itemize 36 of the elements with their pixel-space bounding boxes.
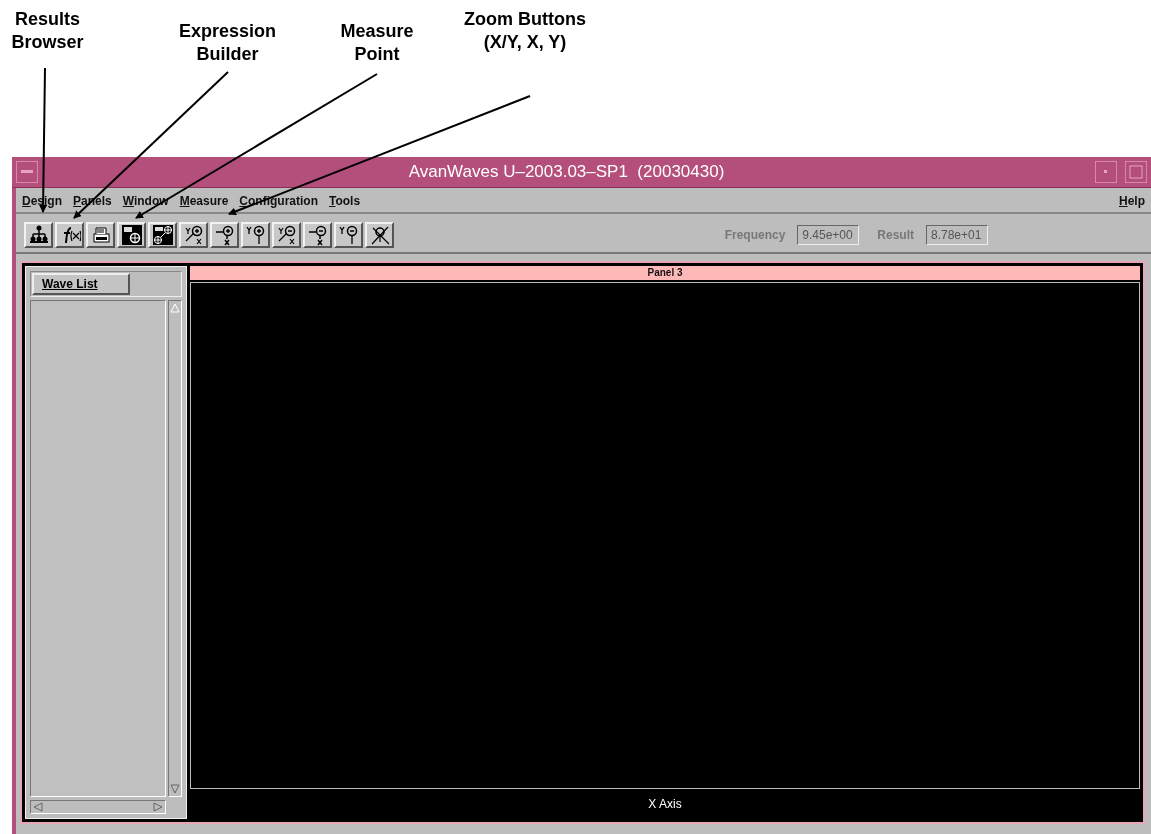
toolbar-button[interactable] <box>365 222 394 248</box>
toolbar-button[interactable] <box>117 222 146 248</box>
panel-title: Panel 3 <box>190 266 1140 280</box>
zoom-in-icon <box>244 224 267 246</box>
menu-item[interactable]: Measure <box>179 194 229 208</box>
toolbar-button[interactable] <box>241 222 270 248</box>
zoom-out-icon <box>337 224 360 246</box>
readout-field: 9.45e+00 <box>797 225 860 245</box>
zoom-in-icon <box>213 224 236 246</box>
crosshair-icon <box>120 224 143 246</box>
x-axis-label: X Axis <box>647 796 683 813</box>
callout-label: Measure Point <box>339 20 415 66</box>
square-icon <box>1129 165 1143 179</box>
readout-field: 8.78e+01 <box>926 225 988 245</box>
toolbar-button[interactable] <box>272 222 301 248</box>
zoom-out-icon <box>306 224 329 246</box>
toolbar-button[interactable] <box>24 222 53 248</box>
toolbar-button[interactable] <box>334 222 363 248</box>
callout-label: Results Browser <box>10 8 85 54</box>
bar-icon <box>21 170 33 174</box>
toolbar-button[interactable] <box>303 222 332 248</box>
readout-label: Result <box>877 228 914 242</box>
readout-label: Frequency <box>724 228 786 242</box>
toolbar-button[interactable] <box>210 222 239 248</box>
menu-item[interactable]: Help <box>1119 194 1145 208</box>
toolbar-button[interactable] <box>179 222 208 248</box>
callout-label: Zoom Buttons (X/Y, X, Y) <box>463 8 587 54</box>
crosshair-icon <box>151 224 174 246</box>
menu-item[interactable]: Tools <box>329 194 361 208</box>
toolbar-button[interactable] <box>148 222 177 248</box>
callout-label: Expression Builder <box>177 20 277 66</box>
wave-list-button[interactable]: Wave List <box>32 273 130 295</box>
toolbar-button[interactable] <box>55 222 84 248</box>
toolbar-button[interactable] <box>86 222 115 248</box>
hierarchy-icon <box>27 224 50 246</box>
window-title: AvanWaves U–2003.03–SP1 (20030430) <box>407 162 726 182</box>
